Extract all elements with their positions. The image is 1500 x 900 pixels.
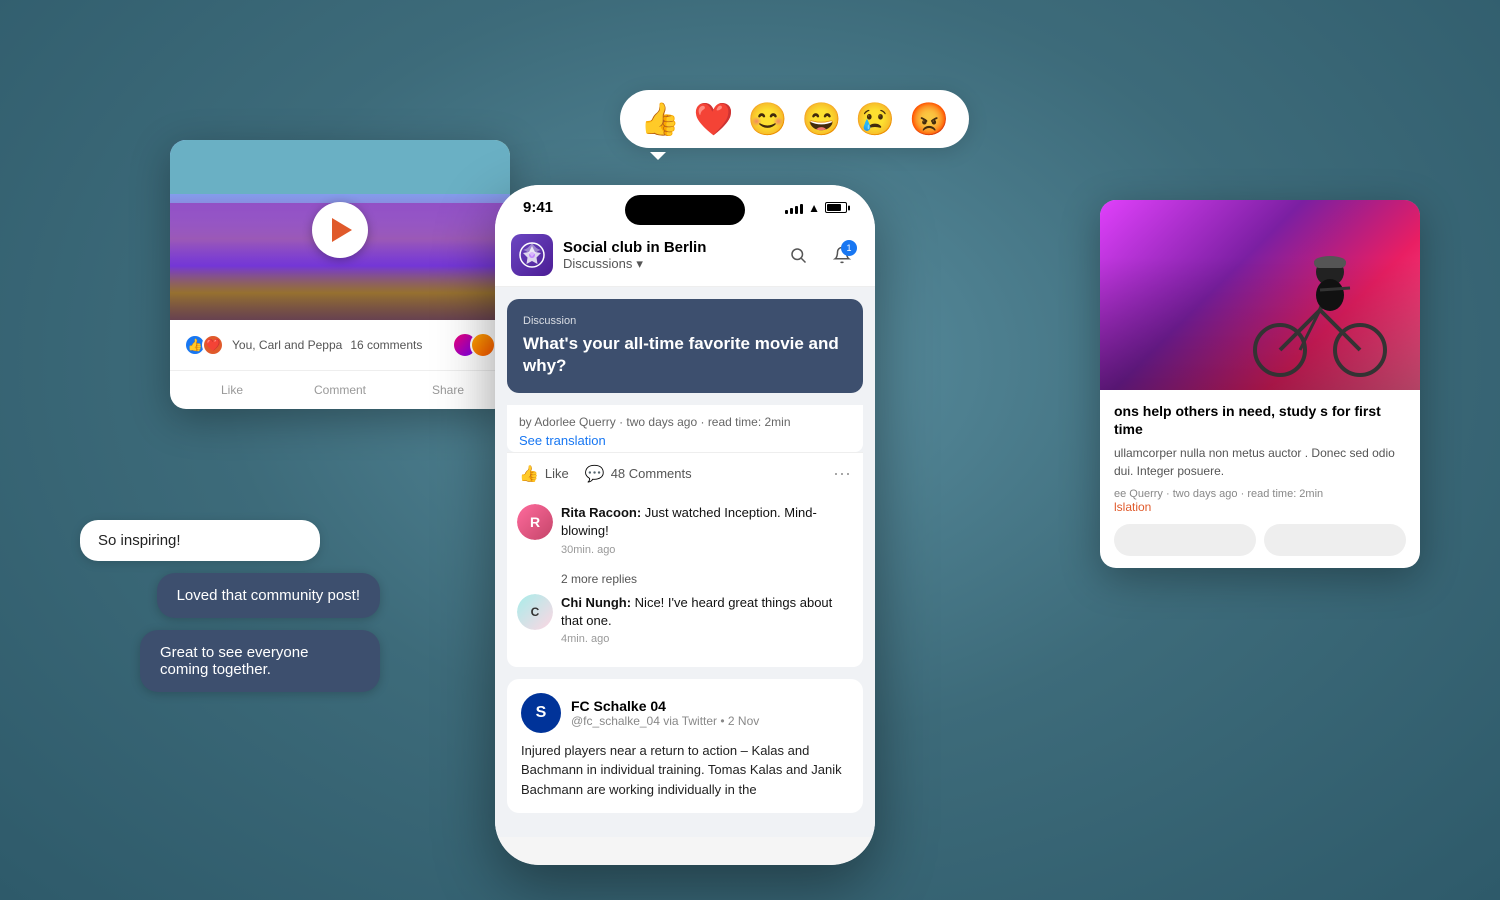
comment-item-chi: C Chi Nungh: Nice! I've heard great thin…	[517, 594, 853, 645]
app-header-text: Social club in Berlin Discussions ▾	[563, 239, 771, 272]
right-card-btn-2[interactable]	[1264, 524, 1406, 556]
header-icons: 1	[781, 238, 859, 272]
like-label: Like	[545, 466, 569, 481]
chi-comment-text: Chi Nungh: Nice! I've heard great things…	[561, 594, 853, 630]
like-icon: 👍	[519, 464, 539, 484]
phone-screen: 9:41 ▲	[495, 185, 875, 865]
right-card-btn-1[interactable]	[1114, 524, 1256, 556]
post-read-time: read time: 2min	[708, 415, 791, 429]
chi-comment-time: 4min. ago	[561, 633, 853, 645]
chi-avatar: C	[517, 594, 553, 630]
main-phone: 9:41 ▲	[495, 185, 875, 865]
battery-icon	[825, 202, 847, 213]
smile-reaction[interactable]: 😊	[748, 100, 788, 138]
heart-reaction[interactable]: ❤️	[694, 100, 734, 138]
left-video-card: 👍 ❤️ You, Carl and Peppa 16 comments Lik…	[170, 140, 510, 409]
chevron-down-icon: ▾	[636, 256, 643, 272]
right-card-title: ons help others in need, study s for fir…	[1114, 402, 1406, 438]
right-card-translation[interactable]: lslation	[1114, 500, 1406, 514]
comments-section: R Rita Racoon: Just watched Inception. M…	[507, 494, 863, 667]
post-time: two days ago	[626, 415, 697, 429]
card-actions: Like Comment Share	[170, 370, 510, 409]
rita-name: Rita Racoon:	[561, 505, 641, 520]
notification-badge: 1	[841, 240, 857, 256]
chat-bubble-inspiring: So inspiring!	[80, 520, 320, 561]
app-title: Social club in Berlin	[563, 239, 771, 256]
action-bar: 👍 Like 💬 48 Comments ···	[507, 452, 863, 494]
see-translation-button[interactable]: See translation	[519, 433, 851, 448]
post-meta: by Adorlee Querry · two days ago · read …	[507, 405, 863, 452]
more-replies-link[interactable]: 2 more replies	[517, 568, 853, 594]
chat-bubble-together: Great to see everyone coming together.	[140, 630, 380, 692]
thumbs-up-reaction[interactable]: 👍	[640, 100, 680, 138]
app-subtitle: Discussions ▾	[563, 256, 771, 272]
discussion-title[interactable]: What's your all-time favorite movie and …	[523, 333, 847, 377]
post-author: by Adorlee Querry	[519, 415, 616, 429]
angry-reaction[interactable]: 😡	[909, 100, 949, 138]
comment-icon: 💬	[585, 464, 605, 484]
chi-comment-body: Chi Nungh: Nice! I've heard great things…	[561, 594, 853, 645]
share-action[interactable]: Share	[394, 379, 502, 401]
avatar-stack	[452, 332, 496, 358]
rita-comment-text: Rita Racoon: Just watched Inception. Min…	[561, 504, 853, 540]
app-header: Social club in Berlin Discussions ▾ 1	[495, 224, 875, 287]
wifi-icon: ▲	[808, 201, 820, 215]
right-card-body: ullamcorper nulla non metus auctor . Don…	[1114, 444, 1406, 480]
rita-comment-time: 30min. ago	[561, 544, 853, 556]
sad-reaction[interactable]: 😢	[855, 100, 895, 138]
video-thumbnail[interactable]	[170, 140, 510, 320]
play-button[interactable]	[312, 202, 368, 258]
social-post-title: FC Schalke 04	[571, 698, 759, 714]
card-footer: 👍 ❤️ You, Carl and Peppa 16 comments	[170, 320, 510, 370]
right-card-meta: ee Querry · two days ago · read time: 2m…	[1114, 488, 1406, 500]
social-post-handle: @fc_schalke_04 via Twitter • 2 Nov	[571, 714, 759, 728]
love-icon: ❤️	[202, 334, 224, 356]
chi-name: Chi Nungh:	[561, 595, 631, 610]
like-action[interactable]: Like	[178, 379, 286, 401]
chat-area: So inspiring! Loved that community post!…	[80, 520, 380, 692]
avatar-2	[470, 332, 496, 358]
phone-content[interactable]: Discussion What's your all-time favorite…	[495, 287, 875, 837]
right-card-content: ons help others in need, study s for fir…	[1100, 390, 1420, 568]
right-card-image	[1100, 200, 1420, 390]
right-card-actions	[1114, 524, 1406, 556]
status-icons: ▲	[785, 201, 847, 215]
chat-bubble-community: Loved that community post!	[157, 573, 380, 618]
rita-comment-body: Rita Racoon: Just watched Inception. Min…	[561, 504, 853, 555]
app-logo	[511, 234, 553, 276]
signal-icon	[785, 202, 803, 214]
discussion-card: Discussion What's your all-time favorite…	[507, 299, 863, 393]
comments-label: 48 Comments	[611, 466, 692, 481]
social-post-header: S FC Schalke 04 @fc_schalke_04 via Twitt…	[521, 693, 849, 733]
social-post-card: S FC Schalke 04 @fc_schalke_04 via Twitt…	[507, 679, 863, 814]
right-card: ons help others in need, study s for fir…	[1100, 200, 1420, 568]
comment-item-rita: R Rita Racoon: Just watched Inception. M…	[517, 504, 853, 555]
discussion-label: Discussion	[523, 315, 847, 327]
reaction-bar: 👍 ❤️ 😊 😄 😢 😡	[620, 90, 969, 148]
status-bar: 9:41 ▲	[495, 185, 875, 224]
grin-reaction[interactable]: 😄	[802, 100, 842, 138]
comments-action-bar[interactable]: 💬 48 Comments	[585, 464, 692, 484]
like-action-bar[interactable]: 👍 Like	[519, 464, 569, 484]
social-post-text: Injured players near a return to action …	[521, 741, 849, 800]
social-post-info: FC Schalke 04 @fc_schalke_04 via Twitter…	[571, 698, 759, 728]
rita-avatar: R	[517, 504, 553, 540]
comment-action[interactable]: Comment	[286, 379, 394, 401]
status-time: 9:41	[523, 199, 553, 216]
more-options-button[interactable]: ···	[833, 463, 851, 484]
schalke-logo: S	[521, 693, 561, 733]
notifications-button[interactable]: 1	[825, 238, 859, 272]
comment-count: 16 comments	[350, 338, 422, 352]
search-button[interactable]	[781, 238, 815, 272]
like-description: You, Carl and Peppa	[232, 338, 342, 352]
phone-notch	[625, 195, 745, 225]
